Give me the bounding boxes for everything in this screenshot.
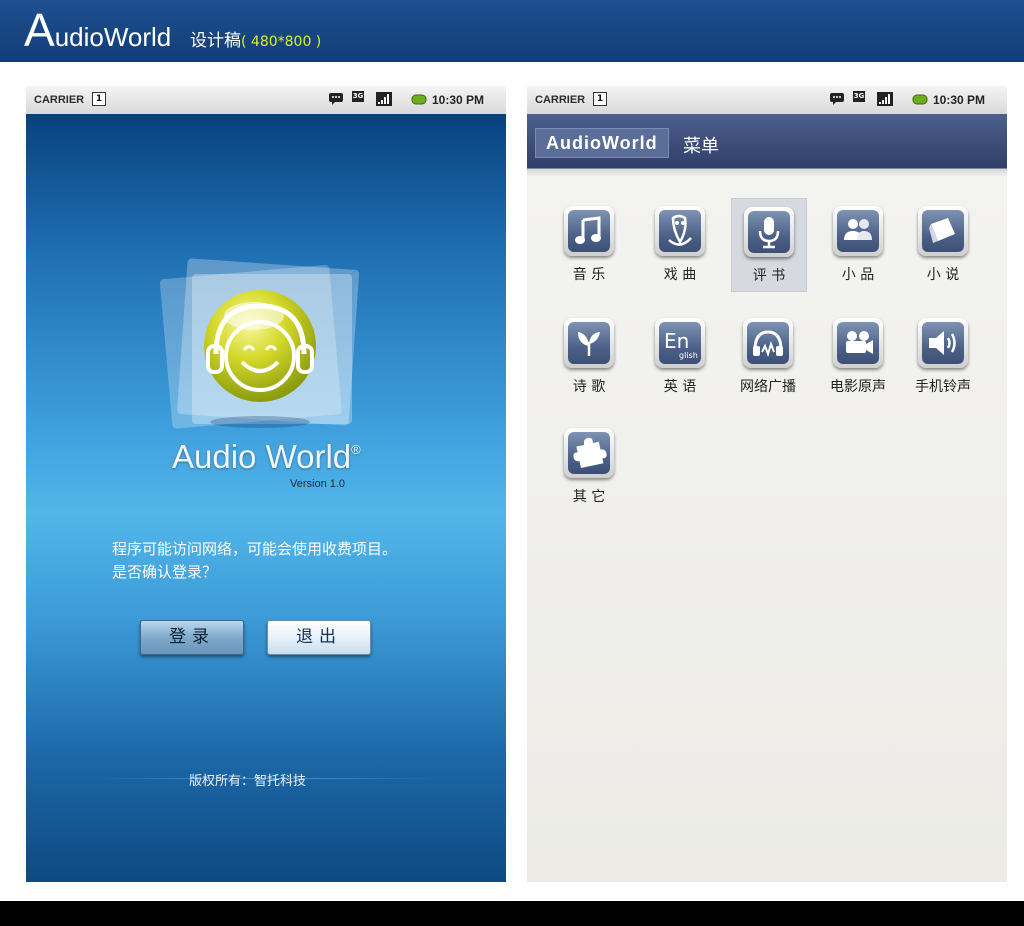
signal-icon bbox=[376, 92, 392, 106]
menu-item-label: 手机铃声 bbox=[915, 379, 971, 395]
smiley-headphones-logo-icon bbox=[159, 258, 360, 429]
menu-item-label: 英 语 bbox=[663, 379, 697, 395]
english-glyph: En bbox=[664, 329, 689, 353]
menu-tile bbox=[918, 318, 968, 368]
menu-tile bbox=[744, 207, 794, 257]
menu-tile bbox=[564, 318, 614, 368]
menu-tile bbox=[833, 318, 883, 368]
menu-item-label: 电影原声 bbox=[830, 379, 886, 395]
headphones-icon bbox=[753, 330, 783, 358]
menu-item-label: 小 品 bbox=[841, 267, 875, 283]
menu-screen: CARRIER 1 3G 10:30 PM AudioWorld 菜单 音 乐 … bbox=[527, 86, 1007, 882]
opera-mask-icon bbox=[668, 214, 692, 246]
menu-item-label: 诗 歌 bbox=[572, 379, 606, 395]
status-bar: CARRIER 1 3G 10:30 PM bbox=[26, 86, 506, 115]
splash-screen: CARRIER 1 3G 10:30 PM Audio World® Versi… bbox=[26, 86, 506, 882]
leaf-icon bbox=[578, 332, 600, 356]
menu-header: AudioWorld 菜单 bbox=[527, 114, 1007, 169]
menu-item-label: 音 乐 bbox=[572, 267, 606, 283]
message-icon bbox=[830, 93, 844, 105]
registered-mark: ® bbox=[351, 442, 361, 457]
copyright-text: 版权所有：智托科技 bbox=[189, 774, 307, 789]
banner-title-rest: udioWorld bbox=[54, 22, 172, 52]
microphone-icon bbox=[758, 217, 780, 249]
message-icon bbox=[329, 93, 343, 105]
menu-item-label: 评 书 bbox=[752, 268, 786, 284]
battery-icon bbox=[411, 94, 427, 105]
menu-item-soundtrack[interactable]: 电影原声 bbox=[823, 310, 893, 396]
menu-item-poetry[interactable]: 诗 歌 bbox=[554, 310, 624, 396]
menu-item-novel[interactable]: 小 说 bbox=[908, 198, 978, 284]
sim-card-icon: 1 bbox=[593, 92, 607, 106]
battery-icon bbox=[912, 94, 928, 105]
menu-tile bbox=[918, 206, 968, 256]
login-button[interactable]: 登录 bbox=[140, 620, 244, 655]
header-shadow bbox=[527, 169, 1007, 177]
menu-tile bbox=[655, 206, 705, 256]
menu-item-other[interactable]: 其 它 bbox=[554, 420, 624, 506]
menu-item-label: 其 它 bbox=[572, 489, 606, 505]
warning-line-1: 程序可能访问网络，可能会使用收费项目。 bbox=[112, 540, 398, 558]
app-name: Audio World® bbox=[172, 438, 361, 476]
status-time: 10:30 PM bbox=[432, 93, 485, 107]
menu-tile bbox=[564, 428, 614, 478]
puzzle-piece-icon bbox=[573, 437, 607, 469]
english-icon: En glish bbox=[664, 329, 698, 360]
film-camera-icon bbox=[846, 331, 873, 354]
carrier-label: CARRIER bbox=[34, 94, 85, 106]
speaker-icon bbox=[929, 331, 956, 355]
banner-title: AudioWorld bbox=[24, 6, 171, 61]
design-banner: AudioWorld 设计稿( 480*800 ) bbox=[0, 0, 1024, 62]
menu-tile bbox=[564, 206, 614, 256]
status-bar: CARRIER 1 3G 10:30 PM bbox=[527, 86, 1007, 115]
banner-title-initial: A bbox=[24, 4, 55, 56]
music-note-icon bbox=[575, 216, 601, 244]
people-icon bbox=[844, 219, 872, 240]
footer-bar bbox=[0, 901, 1024, 926]
menu-item-label: 网络广播 bbox=[740, 379, 796, 395]
sim-card-icon: 1 bbox=[92, 92, 106, 106]
menu-item-storytelling[interactable]: 评 书 bbox=[731, 198, 807, 292]
header-title: 菜单 bbox=[683, 136, 719, 157]
signal-icon bbox=[877, 92, 893, 106]
menu-item-label: 小 说 bbox=[926, 267, 960, 283]
warning-line-2: 是否确认登录？ bbox=[112, 563, 218, 581]
menu-tile bbox=[833, 206, 883, 256]
banner-subtitle: 设计稿( 480*800 ) bbox=[190, 26, 321, 51]
banner-size-note: ( 480*800 ) bbox=[241, 34, 322, 50]
book-pages-icon bbox=[929, 218, 955, 243]
network-3g-icon: 3G bbox=[352, 91, 364, 102]
network-warning-message: 程序可能访问网络，可能会使用收费项目。 是否确认登录？ bbox=[112, 538, 397, 584]
app-name-text: Audio World bbox=[172, 438, 352, 475]
version-label: Version 1.0 bbox=[290, 478, 346, 490]
menu-item-label: 戏 曲 bbox=[663, 267, 697, 283]
menu-item-ringtone[interactable]: 手机铃声 bbox=[908, 310, 978, 396]
menu-item-sketch[interactable]: 小 品 bbox=[823, 198, 893, 284]
menu-tile: En glish bbox=[655, 318, 705, 368]
menu-tile bbox=[743, 318, 793, 368]
menu-item-opera[interactable]: 戏 曲 bbox=[645, 198, 715, 284]
header-app-name: AudioWorld bbox=[535, 128, 669, 158]
status-time: 10:30 PM bbox=[933, 93, 986, 107]
splash-background: Audio World® Version 1.0 程序可能访问网络，可能会使用收… bbox=[26, 114, 506, 882]
menu-item-music[interactable]: 音 乐 bbox=[554, 198, 624, 284]
carrier-label: CARRIER bbox=[535, 94, 586, 106]
menu-item-english[interactable]: En glish 英 语 bbox=[645, 310, 715, 396]
banner-subtitle-text: 设计稿 bbox=[190, 31, 241, 51]
network-3g-icon: 3G bbox=[853, 91, 865, 102]
exit-button[interactable]: 退出 bbox=[267, 620, 371, 655]
english-glyph-sub: glish bbox=[679, 351, 698, 360]
menu-item-radio[interactable]: 网络广播 bbox=[733, 310, 803, 396]
